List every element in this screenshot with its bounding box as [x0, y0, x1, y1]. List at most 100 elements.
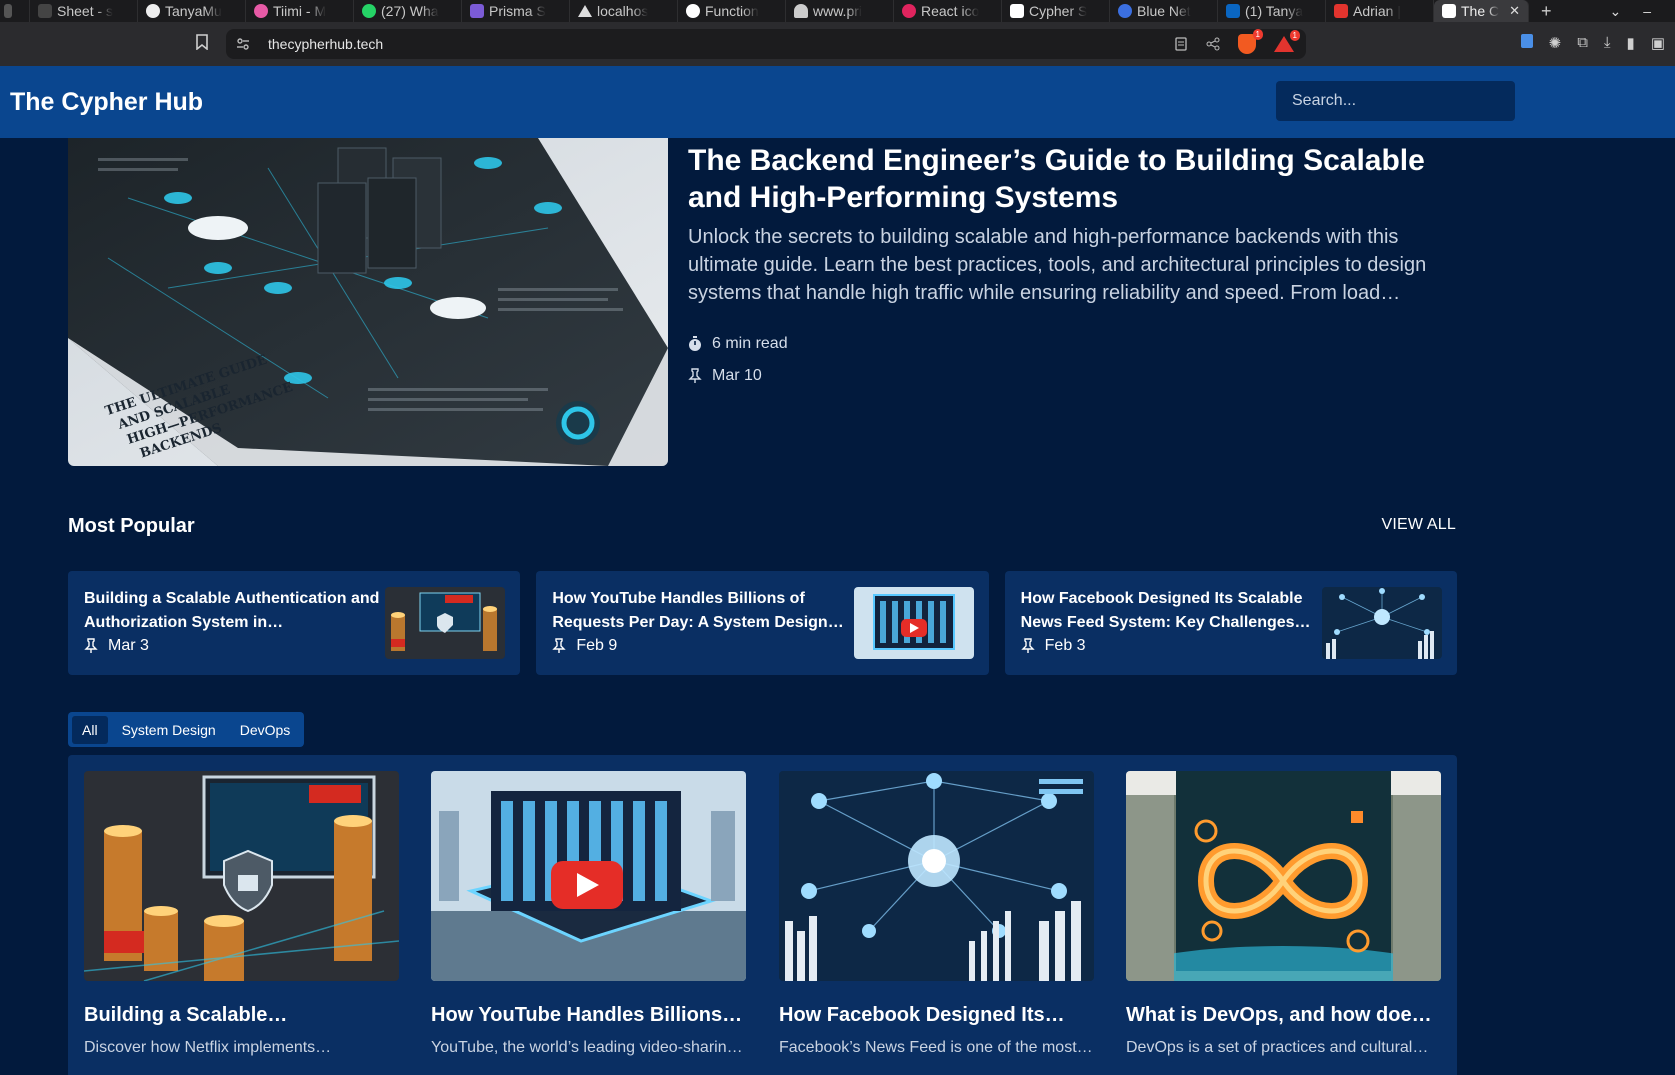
puzzle-icon[interactable]: ⧉: [1577, 34, 1588, 52]
article-card[interactable]: What is DevOps, and how doe… DevOps is a…: [1126, 771, 1441, 1057]
tab-label: Sheet - s: [57, 3, 114, 19]
tab-7[interactable]: www.pri: [786, 0, 894, 22]
article-card-excerpt: Discover how Netflix implements…: [84, 1039, 332, 1056]
featured-article-title[interactable]: The Backend Engineer’s Guide to Building…: [688, 142, 1428, 216]
publish-date: Mar 10: [688, 367, 762, 385]
popular-card-title: How Facebook Designed Its Scalable News …: [1020, 590, 1311, 631]
tab-6[interactable]: Function: [678, 0, 786, 22]
tab-favicon: [1334, 4, 1348, 18]
tab-label: Prisma S: [489, 3, 546, 19]
article-card-excerpt: Facebook’s News Feed is one of the most…: [779, 1039, 1093, 1056]
article-card[interactable]: How Facebook Designed Its… Facebook’s Ne…: [779, 771, 1094, 1057]
popular-card-date-text: Feb 9: [576, 637, 618, 654]
address-bar-actions: 1 1: [1174, 29, 1300, 54]
article-card-title: What is DevOps, and how doe…: [1126, 1004, 1432, 1026]
whatsapp-icon: [362, 4, 376, 18]
github-icon: [146, 4, 160, 18]
search-input[interactable]: [1276, 81, 1515, 121]
tab-label: Tiimi - M: [273, 3, 327, 19]
filter-devops[interactable]: DevOps: [230, 716, 301, 744]
article-card[interactable]: How YouTube Handles Billions… YouTube, t…: [431, 771, 746, 1057]
tab-favicon: [1010, 4, 1024, 18]
tab-4[interactable]: Prisma S: [462, 0, 570, 22]
popular-card[interactable]: Building a Scalable Authentication and A…: [68, 571, 521, 675]
url-text: thecypherhub.tech: [268, 36, 384, 52]
tab-9[interactable]: Cypher S: [1002, 0, 1110, 22]
tab-label: (27) Wha: [381, 3, 439, 19]
tab-label: (1) Tanya: [1245, 3, 1304, 19]
popular-card-date-text: Feb 3: [1044, 637, 1086, 654]
tab-favicon: [38, 4, 52, 18]
popular-card-date: Feb 9: [552, 637, 617, 655]
share-icon[interactable]: [1206, 37, 1220, 51]
popular-card[interactable]: How Facebook Designed Its Scalable News …: [1004, 571, 1457, 675]
tab-favicon: [794, 4, 808, 18]
article-card-image: [1126, 771, 1441, 981]
article-card-title: Building a Scalable…: [84, 1004, 288, 1026]
popular-card-thumbnail: [853, 587, 974, 659]
featured-article[interactable]: THE ULTIMATE GUIDE AND SCALABLE HIGH—PERF…: [0, 138, 1675, 466]
tab-partial[interactable]: [0, 0, 30, 22]
article-card[interactable]: Building a Scalable… Discover how Netfli…: [84, 771, 399, 1057]
tab-2[interactable]: Tiimi - M: [246, 0, 354, 22]
popular-card-date: Feb 3: [1020, 637, 1086, 655]
tab-favicon: [902, 4, 916, 18]
tab-5[interactable]: localhos: [570, 0, 678, 22]
tab-label: localhos: [597, 3, 649, 19]
download-icon[interactable]: ⤓: [1604, 34, 1611, 52]
linkedin-icon: [1226, 4, 1240, 18]
popular-card-thumbnail: [1321, 587, 1442, 659]
tab-label: The C: [1461, 3, 1500, 19]
close-tab-icon[interactable]: ✕: [1509, 3, 1520, 19]
article-card-excerpt: DevOps is a set of practices and cultura…: [1126, 1039, 1429, 1056]
category-filters: All System Design DevOps: [68, 712, 305, 747]
article-card-title: How YouTube Handles Billions…: [431, 1004, 743, 1026]
featured-article-excerpt: Unlock the secrets to building scalable …: [688, 226, 1427, 304]
tab-list-chevron-icon[interactable]: ⌄: [1609, 3, 1621, 20]
article-card-image: [84, 771, 399, 981]
reader-mode-icon[interactable]: [1174, 37, 1188, 51]
site-info-icon[interactable]: [236, 38, 252, 50]
pin-icon: [688, 368, 702, 384]
extension-icon[interactable]: [1520, 34, 1533, 48]
popular-card[interactable]: How YouTube Handles Billions of Requests…: [536, 571, 989, 675]
featured-article-image[interactable]: THE ULTIMATE GUIDE AND SCALABLE HIGH—PERF…: [68, 138, 668, 466]
filter-system-design[interactable]: System Design: [112, 716, 226, 744]
popular-card-date: Mar 3: [84, 637, 149, 655]
tab-12[interactable]: Adrian |: [1326, 0, 1434, 22]
bookmark-icon[interactable]: [196, 34, 208, 50]
address-bar[interactable]: thecypherhub.tech 1 1: [226, 29, 1306, 59]
read-time: 6 min read: [688, 335, 788, 353]
new-tab-button[interactable]: +: [1529, 1, 1564, 22]
filter-all[interactable]: All: [72, 715, 108, 744]
tab-label: Cypher S: [1029, 3, 1088, 19]
site-header: The Cypher Hub: [0, 66, 1675, 138]
minimize-icon[interactable]: –: [1643, 3, 1651, 19]
tab-1[interactable]: TanyaMu: [138, 0, 246, 22]
brave-shields-icon[interactable]: 1: [1238, 29, 1263, 54]
article-card-excerpt: YouTube, the world’s leading video-shari…: [431, 1039, 743, 1056]
tab-10[interactable]: Blue Net: [1110, 0, 1218, 22]
shields-badge: 1: [1252, 29, 1263, 40]
browser-tab-bar: Sheet - s TanyaMu Tiimi - M (27) Wha Pri…: [0, 0, 1675, 22]
article-card-title: How Facebook Designed Its…: [779, 1004, 1065, 1026]
article-card-image: [431, 771, 746, 981]
rewards-badge: 1: [1289, 30, 1300, 41]
site-logo[interactable]: The Cypher Hub: [10, 88, 203, 117]
nextjs-icon: [686, 4, 700, 18]
openai-icon[interactable]: ✺: [1549, 34, 1562, 52]
view-all-link[interactable]: VIEW ALL: [1381, 516, 1456, 534]
brave-rewards-icon[interactable]: 1: [1274, 30, 1300, 52]
tab-8[interactable]: React ico: [894, 0, 1002, 22]
tab-0[interactable]: Sheet - s: [30, 0, 138, 22]
sidebar-icon[interactable]: ▮: [1627, 34, 1635, 52]
tab-favicon: [4, 4, 12, 18]
tab-11[interactable]: (1) Tanya: [1218, 0, 1326, 22]
tab-3[interactable]: (27) Wha: [354, 0, 462, 22]
tab-label: Function: [705, 3, 759, 19]
tab-active[interactable]: The C ✕: [1434, 0, 1529, 22]
wallet-icon[interactable]: ▣: [1651, 34, 1665, 52]
extension-icons: ✺ ⧉ ⤓ ▮ ▣: [1520, 34, 1675, 52]
popular-card-date-text: Mar 3: [108, 637, 149, 654]
stopwatch-icon: [688, 336, 702, 352]
